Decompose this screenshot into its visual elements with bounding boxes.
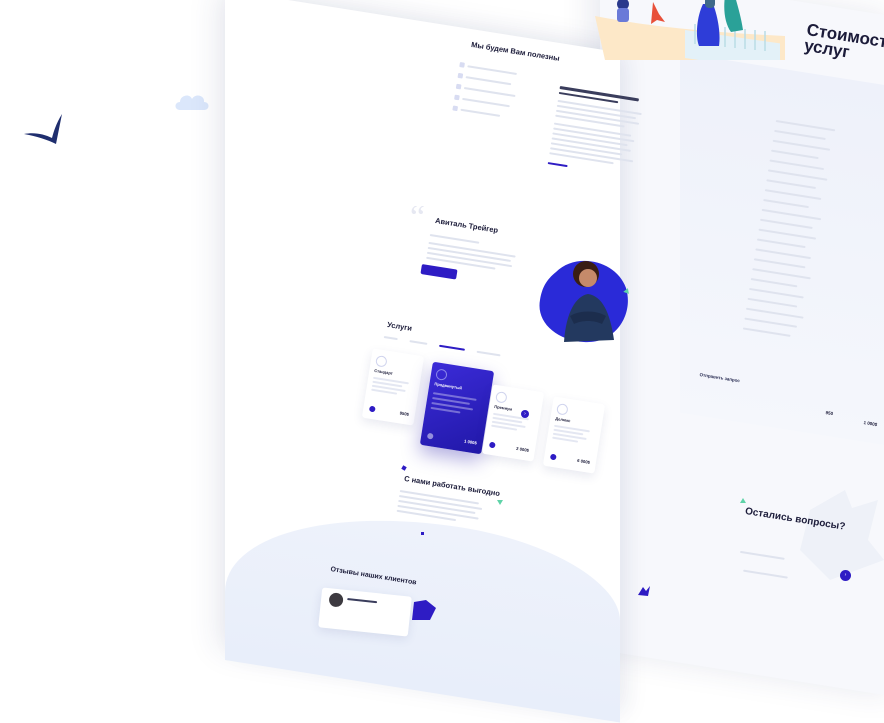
- decor-dot: [421, 532, 424, 535]
- useful-description: [547, 86, 654, 179]
- decor-shape: [412, 600, 436, 620]
- plan-select-button[interactable]: [549, 453, 557, 461]
- plan-icon: [495, 391, 508, 404]
- triangle-icon: [497, 500, 503, 505]
- plan-icon: [375, 355, 388, 368]
- plan-name: Делюкс: [554, 415, 571, 424]
- cloud-icon: [175, 95, 209, 110]
- avatar: [328, 592, 344, 608]
- questions-submit-button[interactable]: ›: [840, 570, 851, 581]
- plan-card-premium[interactable]: Премиум 2 000$: [481, 384, 545, 462]
- plan-price: 950$: [399, 410, 410, 417]
- quote-icon: “: [410, 206, 425, 224]
- hero-illustration: [595, 0, 785, 60]
- heart-icon: [435, 368, 448, 381]
- plan-select-button[interactable]: [488, 441, 496, 449]
- plan-price: 2 000$: [515, 445, 530, 453]
- plan-select-button[interactable]: [426, 432, 434, 440]
- arrow-right-icon[interactable]: ›: [521, 410, 529, 418]
- plan-card-deluxe[interactable]: Делюкс 6 000$: [542, 396, 606, 474]
- right-price-standard: 950: [825, 410, 834, 417]
- plan-name: Продвинутый: [434, 381, 463, 391]
- person-photo: [539, 260, 628, 343]
- plan-price: 1 000$: [463, 438, 478, 446]
- plan-card-standard[interactable]: Стандарт 950$: [361, 348, 425, 426]
- svg-text:“: “: [410, 206, 425, 224]
- plan-select-button[interactable]: [368, 405, 376, 413]
- plan-price: 6 000$: [576, 457, 591, 465]
- plan-icon: [556, 403, 569, 416]
- plan-name: Стандарт: [373, 367, 394, 376]
- bird-logo-icon: [24, 114, 62, 144]
- useful-list: [451, 62, 534, 133]
- triangle-icon: [740, 498, 746, 503]
- plan-name: Премиум: [493, 403, 513, 412]
- footer-logo-icon: [638, 586, 650, 596]
